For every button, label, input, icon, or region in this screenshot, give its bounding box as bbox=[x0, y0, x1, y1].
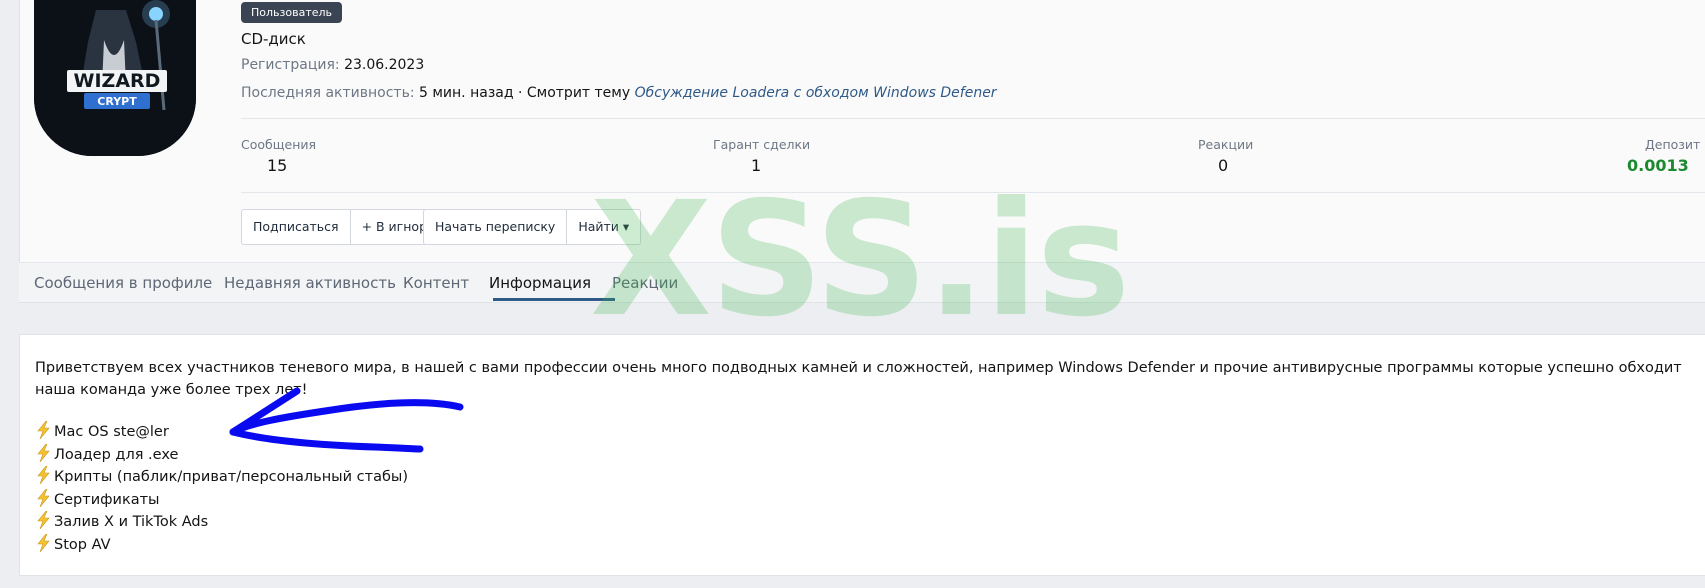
avatar-logo-main: WIZARD bbox=[74, 70, 161, 92]
lightning-icon bbox=[37, 511, 50, 529]
list-item: Крипты (паблик/приват/персональный стабы… bbox=[35, 466, 408, 489]
last-activity-label: Последняя активность: bbox=[241, 85, 415, 101]
stat-label: Сообщения bbox=[241, 137, 317, 152]
registration-date: 23.06.2023 bbox=[344, 57, 425, 73]
stat-label: Гарант сделки bbox=[713, 137, 811, 152]
list-item: Залив X и TikTok Ads bbox=[35, 511, 408, 534]
tab-information[interactable]: Информация bbox=[489, 274, 591, 292]
about-intro: Приветствуем всех участников теневого ми… bbox=[35, 360, 1682, 398]
lightning-icon bbox=[37, 421, 50, 439]
avatar-image: WIZARD CRYPT bbox=[34, 0, 196, 156]
contact-button-group: Начать переписку Найти ▾ bbox=[423, 209, 642, 245]
username[interactable]: CD-диск bbox=[241, 30, 306, 48]
tab-recent-activity[interactable]: Недавняя активность bbox=[224, 274, 396, 292]
stat-label: Депозит bbox=[1645, 137, 1701, 152]
list-item-label: Mac OS ste@ler bbox=[54, 424, 169, 440]
stat-value[interactable]: 15 bbox=[241, 156, 316, 175]
last-activity-thread-link[interactable]: Обсуждение Loadera с обходом Windows Def… bbox=[635, 85, 997, 101]
registration-line: Регистрация: 23.06.2023 bbox=[241, 57, 424, 73]
start-conversation-button[interactable]: Начать переписку bbox=[424, 210, 568, 244]
about-card: Приветствуем всех участников теневого ми… bbox=[19, 334, 1705, 576]
tab-reactions[interactable]: Реакции bbox=[612, 274, 678, 292]
list-item: Лоадер для .exe bbox=[35, 443, 408, 467]
list-item-label: Сертификаты bbox=[54, 491, 160, 508]
stat-escrow: Гарант сделки 1 bbox=[713, 137, 810, 175]
list-item: Mac OS ste@ler bbox=[35, 421, 408, 444]
tab-content[interactable]: Контент bbox=[403, 274, 469, 292]
lightning-icon bbox=[37, 533, 50, 552]
stat-deposit: Депозит 0.0013 bbox=[1627, 137, 1700, 175]
list-item: Stop AV bbox=[35, 533, 408, 557]
avatar-logo-sub: CRYPT bbox=[97, 95, 137, 108]
stat-messages: Сообщения 15 bbox=[241, 137, 316, 175]
last-activity-value: 5 мин. назад · Смотрит тему bbox=[419, 85, 631, 101]
service-list: Mac OS ste@ler Лоадер для .exe Крипты (п… bbox=[35, 421, 408, 556]
list-item-label: Крипты (паблик/приват/персональный стабы… bbox=[54, 469, 409, 485]
divider bbox=[241, 192, 1705, 193]
follow-button-group: Подписаться + В игнор bbox=[241, 209, 440, 245]
last-activity-line: Последняя активность: 5 мин. назад · Смо… bbox=[241, 85, 997, 101]
stat-value[interactable]: 0.0013 bbox=[1627, 156, 1700, 175]
list-item-label: Залив X и TikTok Ads bbox=[54, 514, 209, 530]
list-item: Сертификаты bbox=[35, 488, 408, 512]
active-tab-indicator bbox=[493, 298, 615, 301]
divider bbox=[241, 118, 1705, 119]
lightning-icon bbox=[37, 466, 50, 484]
list-item-label: Лоадер для .exe bbox=[54, 446, 179, 463]
avatar[interactable]: WIZARD CRYPT bbox=[34, 0, 196, 156]
profile-tabs: Сообщения в профиле Недавняя активность … bbox=[19, 262, 1705, 302]
lightning-icon bbox=[37, 443, 50, 462]
role-badge: Пользователь bbox=[241, 2, 343, 23]
lightning-icon bbox=[37, 488, 50, 507]
stat-value[interactable]: 0 bbox=[1198, 156, 1253, 175]
list-item-label: Stop AV bbox=[54, 536, 111, 553]
stat-label: Реакции bbox=[1198, 137, 1254, 152]
tab-profile-posts[interactable]: Сообщения в профиле bbox=[34, 274, 212, 292]
stat-value[interactable]: 1 bbox=[713, 156, 810, 175]
subscribe-button[interactable]: Подписаться bbox=[242, 210, 351, 244]
stat-reactions: Реакции 0 bbox=[1198, 137, 1253, 175]
registration-label: Регистрация: bbox=[241, 57, 340, 73]
find-dropdown-button[interactable]: Найти ▾ bbox=[567, 210, 640, 244]
